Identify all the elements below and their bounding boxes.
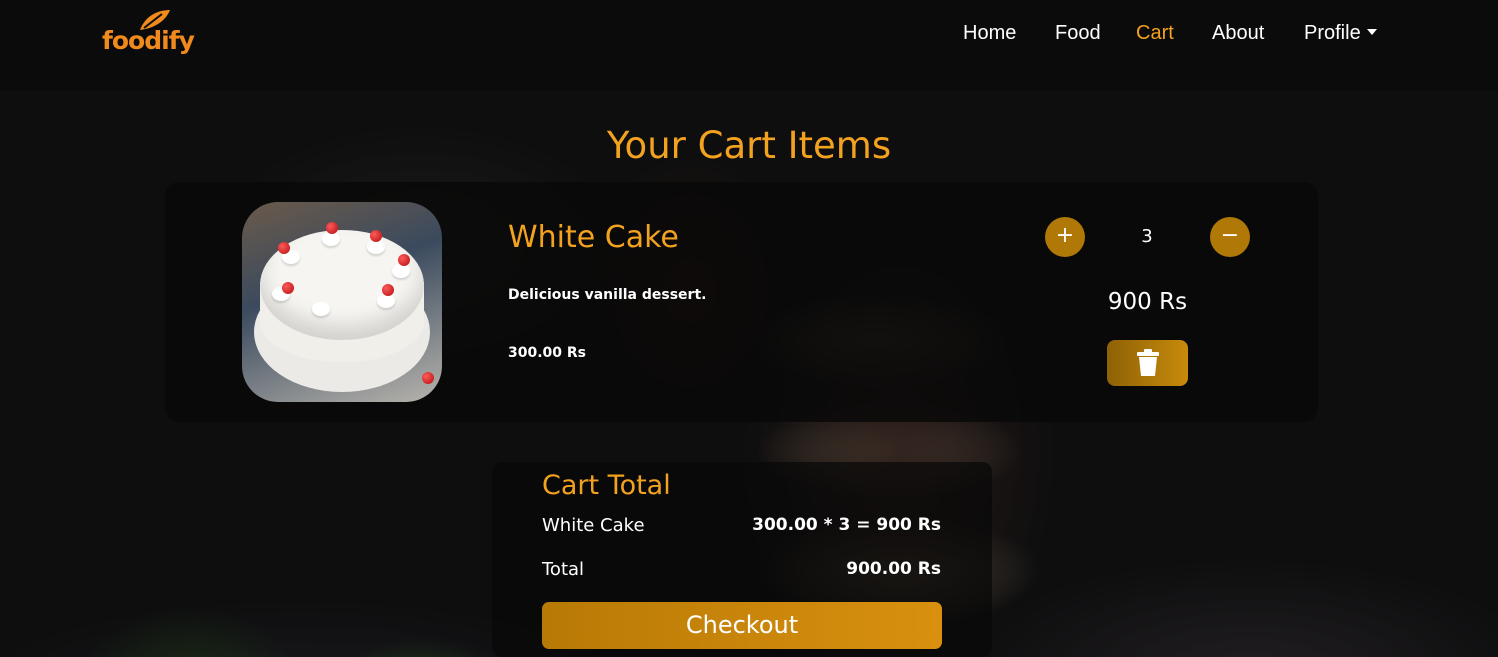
nav-food[interactable]: Food	[1055, 22, 1101, 45]
brand-name: foodify	[102, 26, 195, 55]
cart-item-description: Delicious vanilla dessert.	[508, 287, 707, 303]
quantity-value: 3	[1141, 226, 1153, 247]
caret-down-icon	[1366, 29, 1377, 35]
grand-total-value: 900.00 Rs	[846, 559, 941, 579]
total-row-item-value: 300.00 * 3 = 900 Rs	[752, 515, 941, 535]
page-title: Your Cart Items	[606, 124, 892, 167]
delete-item-button[interactable]	[1107, 340, 1188, 386]
nav-profile-label: Profile	[1304, 22, 1361, 44]
checkout-button[interactable]: Checkout	[542, 602, 942, 649]
navbar: foodify Home Food Cart About Profile	[0, 0, 1498, 91]
cart-item-name: White Cake	[508, 220, 679, 255]
nav-profile-dropdown[interactable]: Profile	[1304, 22, 1377, 45]
cart-item-line-total: 900 Rs	[1107, 289, 1188, 315]
cart-total-title: Cart Total	[542, 470, 671, 501]
increase-quantity-button[interactable]: +	[1045, 217, 1085, 257]
cart-item-image	[242, 202, 442, 402]
cart-item-unit-price: 300.00 Rs	[508, 345, 587, 361]
grand-total-label: Total	[542, 559, 585, 580]
cart-page: foodify Home Food Cart About Profile You…	[0, 0, 1498, 657]
trash-icon	[1137, 349, 1159, 376]
brand-logo[interactable]: foodify	[100, 10, 200, 62]
total-row-item-label: White Cake	[542, 515, 645, 536]
nav-home[interactable]: Home	[963, 22, 1016, 45]
decrease-quantity-button[interactable]: −	[1210, 217, 1250, 257]
nav-about[interactable]: About	[1212, 22, 1264, 45]
nav-cart[interactable]: Cart	[1136, 22, 1174, 45]
